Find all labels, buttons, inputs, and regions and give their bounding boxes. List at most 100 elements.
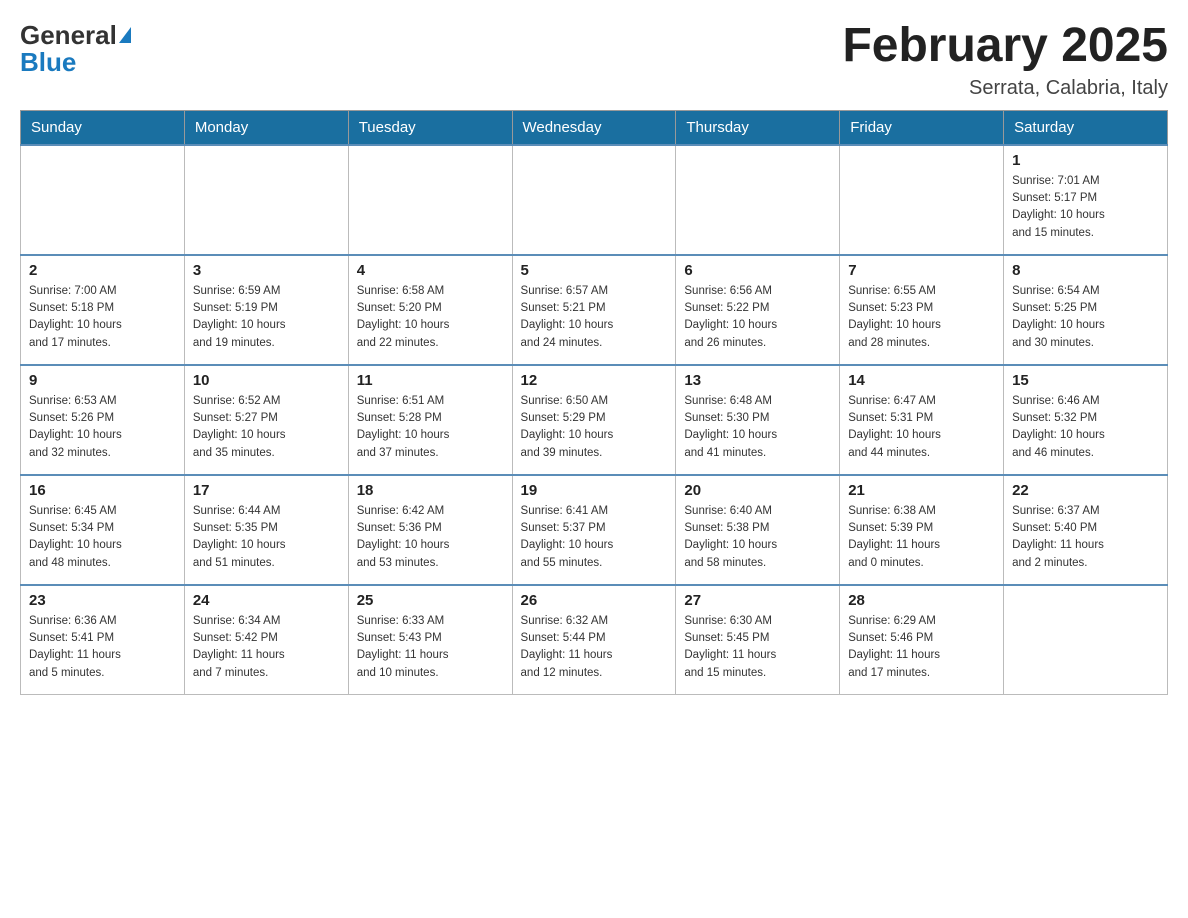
col-saturday: Saturday: [1004, 110, 1168, 145]
day-number: 15: [1012, 372, 1159, 389]
day-number: 19: [521, 482, 668, 499]
table-row: 3 Sunrise: 6:59 AM Sunset: 5:19 PM Daylig…: [184, 255, 348, 365]
table-row: [840, 145, 1004, 255]
day-info: Sunrise: 6:41 AM Sunset: 5:37 PM Dayligh…: [521, 503, 668, 572]
table-row: 4 Sunrise: 6:58 AM Sunset: 5:20 PM Daylig…: [348, 255, 512, 365]
day-number: 11: [357, 372, 504, 389]
day-info: Sunrise: 6:30 AM Sunset: 5:45 PM Dayligh…: [684, 613, 831, 682]
table-row: 21Sunrise: 6:38 AM Sunset: 5:39 PM Dayli…: [840, 475, 1004, 585]
day-info: Sunrise: 6:58 AM Sunset: 5:20 PM Dayligh…: [357, 283, 504, 352]
table-row: 26 Sunrise: 6:32 AM Sunset: 5:44 PM Dayli…: [512, 585, 676, 695]
table-row: [1004, 585, 1168, 695]
table-row: [21, 145, 185, 255]
day-info: Sunrise: 6:52 AM Sunset: 5:27 PM Dayligh…: [193, 393, 340, 462]
day-number: 8: [1012, 262, 1159, 279]
day-info: Sunrise: 6:44 AM Sunset: 5:35 PM Dayligh…: [193, 503, 340, 572]
day-info: Sunrise: 6:57 AM Sunset: 5:21 PM Dayligh…: [521, 283, 668, 352]
day-info: Sunrise: 6:55 AM Sunset: 5:23 PM Dayligh…: [848, 283, 995, 352]
table-row: 18 Sunrise: 6:42 AM Sunset: 5:36 PM Dayli…: [348, 475, 512, 585]
table-row: 19 Sunrise: 6:41 AM Sunset: 5:37 PM Dayli…: [512, 475, 676, 585]
month-title: February 2025: [842, 20, 1168, 73]
day-info: Sunrise: 6:37 AM Sunset: 5:40 PM Dayligh…: [1012, 503, 1159, 572]
day-number: 9: [29, 372, 176, 389]
day-number: 24: [193, 592, 340, 609]
col-wednesday: Wednesday: [512, 110, 676, 145]
day-info: Sunrise: 6:59 AM Sunset: 5:19 PM Dayligh…: [193, 283, 340, 352]
table-row: [348, 145, 512, 255]
day-number: 6: [684, 262, 831, 279]
table-row: 5 Sunrise: 6:57 AM Sunset: 5:21 PM Daylig…: [512, 255, 676, 365]
calendar-week-row: 1Sunrise: 7:01 AM Sunset: 5:17 PM Daylig…: [21, 145, 1168, 255]
day-number: 3: [193, 262, 340, 279]
table-row: 28 Sunrise: 6:29 AM Sunset: 5:46 PM Dayli…: [840, 585, 1004, 695]
day-number: 5: [521, 262, 668, 279]
day-number: 27: [684, 592, 831, 609]
table-row: 15 Sunrise: 6:46 AM Sunset: 5:32 PM Dayli…: [1004, 365, 1168, 475]
logo: General Blue: [20, 20, 131, 78]
day-number: 2: [29, 262, 176, 279]
table-row: 24 Sunrise: 6:34 AM Sunset: 5:42 PM Dayli…: [184, 585, 348, 695]
table-row: 16Sunrise: 6:45 AM Sunset: 5:34 PM Dayli…: [21, 475, 185, 585]
table-row: 13 Sunrise: 6:48 AM Sunset: 5:30 PM Dayli…: [676, 365, 840, 475]
calendar-week-row: 9 Sunrise: 6:53 AM Sunset: 5:26 PM Daylig…: [21, 365, 1168, 475]
day-info: Sunrise: 6:48 AM Sunset: 5:30 PM Dayligh…: [684, 393, 831, 462]
day-number: 18: [357, 482, 504, 499]
table-row: 23 Sunrise: 6:36 AM Sunset: 5:41 PM Dayli…: [21, 585, 185, 695]
col-friday: Friday: [840, 110, 1004, 145]
day-number: 28: [848, 592, 995, 609]
day-number: 17: [193, 482, 340, 499]
day-number: 7: [848, 262, 995, 279]
col-tuesday: Tuesday: [348, 110, 512, 145]
table-row: 25 Sunrise: 6:33 AM Sunset: 5:43 PM Dayli…: [348, 585, 512, 695]
day-info: Sunrise: 6:56 AM Sunset: 5:22 PM Dayligh…: [684, 283, 831, 352]
day-info: Sunrise: 7:01 AM Sunset: 5:17 PM Dayligh…: [1012, 173, 1159, 242]
day-info: Sunrise: 6:33 AM Sunset: 5:43 PM Dayligh…: [357, 613, 504, 682]
day-info: Sunrise: 6:29 AM Sunset: 5:46 PM Dayligh…: [848, 613, 995, 682]
table-row: 6 Sunrise: 6:56 AM Sunset: 5:22 PM Daylig…: [676, 255, 840, 365]
table-row: 10 Sunrise: 6:52 AM Sunset: 5:27 PM Dayli…: [184, 365, 348, 475]
logo-blue-text: Blue: [20, 47, 76, 78]
calendar-header-row: Sunday Monday Tuesday Wednesday Thursday…: [21, 110, 1168, 145]
table-row: 9 Sunrise: 6:53 AM Sunset: 5:26 PM Daylig…: [21, 365, 185, 475]
table-row: 22 Sunrise: 6:37 AM Sunset: 5:40 PM Dayli…: [1004, 475, 1168, 585]
day-info: Sunrise: 6:42 AM Sunset: 5:36 PM Dayligh…: [357, 503, 504, 572]
location-subtitle: Serrata, Calabria, Italy: [842, 77, 1168, 100]
table-row: 17 Sunrise: 6:44 AM Sunset: 5:35 PM Dayli…: [184, 475, 348, 585]
calendar-week-row: 2 Sunrise: 7:00 AM Sunset: 5:18 PM Daylig…: [21, 255, 1168, 365]
table-row: 27 Sunrise: 6:30 AM Sunset: 5:45 PM Dayli…: [676, 585, 840, 695]
day-info: Sunrise: 7:00 AM Sunset: 5:18 PM Dayligh…: [29, 283, 176, 352]
day-info: Sunrise: 6:36 AM Sunset: 5:41 PM Dayligh…: [29, 613, 176, 682]
day-number: 26: [521, 592, 668, 609]
day-number: 4: [357, 262, 504, 279]
day-info: Sunrise: 6:54 AM Sunset: 5:25 PM Dayligh…: [1012, 283, 1159, 352]
day-info: Sunrise: 6:40 AM Sunset: 5:38 PM Dayligh…: [684, 503, 831, 572]
day-info: Sunrise: 6:51 AM Sunset: 5:28 PM Dayligh…: [357, 393, 504, 462]
table-row: 8 Sunrise: 6:54 AM Sunset: 5:25 PM Daylig…: [1004, 255, 1168, 365]
calendar-table: Sunday Monday Tuesday Wednesday Thursday…: [20, 110, 1168, 696]
day-number: 10: [193, 372, 340, 389]
table-row: [676, 145, 840, 255]
table-row: 7 Sunrise: 6:55 AM Sunset: 5:23 PM Daylig…: [840, 255, 1004, 365]
col-thursday: Thursday: [676, 110, 840, 145]
table-row: 1Sunrise: 7:01 AM Sunset: 5:17 PM Daylig…: [1004, 145, 1168, 255]
col-sunday: Sunday: [21, 110, 185, 145]
table-row: 14Sunrise: 6:47 AM Sunset: 5:31 PM Dayli…: [840, 365, 1004, 475]
day-number: 22: [1012, 482, 1159, 499]
day-number: 14: [848, 372, 995, 389]
day-info: Sunrise: 6:50 AM Sunset: 5:29 PM Dayligh…: [521, 393, 668, 462]
day-number: 23: [29, 592, 176, 609]
day-info: Sunrise: 6:32 AM Sunset: 5:44 PM Dayligh…: [521, 613, 668, 682]
title-area: February 2025 Serrata, Calabria, Italy: [842, 20, 1168, 100]
day-number: 13: [684, 372, 831, 389]
day-info: Sunrise: 6:53 AM Sunset: 5:26 PM Dayligh…: [29, 393, 176, 462]
table-row: 20Sunrise: 6:40 AM Sunset: 5:38 PM Dayli…: [676, 475, 840, 585]
table-row: [512, 145, 676, 255]
day-info: Sunrise: 6:34 AM Sunset: 5:42 PM Dayligh…: [193, 613, 340, 682]
table-row: 2 Sunrise: 7:00 AM Sunset: 5:18 PM Daylig…: [21, 255, 185, 365]
table-row: 12Sunrise: 6:50 AM Sunset: 5:29 PM Dayli…: [512, 365, 676, 475]
day-info: Sunrise: 6:38 AM Sunset: 5:39 PM Dayligh…: [848, 503, 995, 572]
day-number: 25: [357, 592, 504, 609]
logo-triangle-icon: [119, 27, 131, 43]
day-info: Sunrise: 6:45 AM Sunset: 5:34 PM Dayligh…: [29, 503, 176, 572]
day-info: Sunrise: 6:46 AM Sunset: 5:32 PM Dayligh…: [1012, 393, 1159, 462]
